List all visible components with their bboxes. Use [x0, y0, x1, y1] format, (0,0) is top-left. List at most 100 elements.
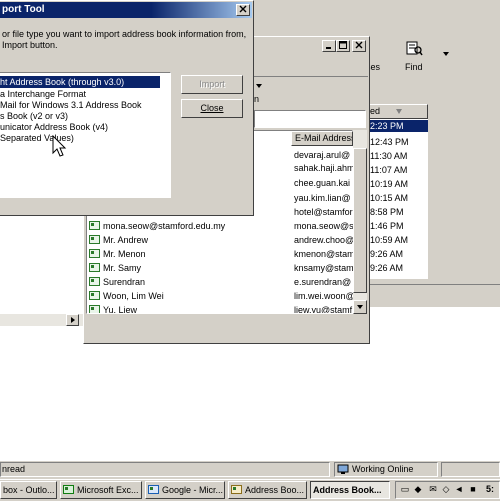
contact-name: Surendran [89, 276, 289, 288]
contact-name-text: Mr. Menon [103, 249, 146, 259]
computer-online-icon [337, 464, 349, 474]
contact-row[interactable]: Mr. Menon kmenon@stam [87, 248, 353, 260]
tray-shield-icon[interactable]: ◇ [441, 484, 451, 494]
address-book-bottom-strip [86, 316, 366, 342]
mouse-cursor-icon [52, 135, 67, 157]
received-time-selected[interactable]: 2:23 PM [366, 120, 428, 132]
contact-row[interactable]: Yu, Liew liew.yu@stamf [87, 304, 353, 313]
contact-name-text: Surendran [103, 277, 146, 287]
received-time[interactable]: 9:26 AM [370, 262, 403, 274]
received-time[interactable]: 9:26 AM [370, 248, 403, 260]
contact-name: Mr. Samy [89, 262, 289, 274]
scroll-thumb[interactable] [353, 148, 367, 293]
contact-row[interactable]: mona.seow@stamford.edu.my mona.seow@s [87, 220, 353, 232]
taskbar-clock[interactable]: 5: [486, 484, 494, 495]
address-book-toolbar-fragment: n [254, 94, 260, 104]
arrow-down-icon [357, 305, 363, 309]
preview-pane-divider [366, 284, 500, 307]
received-time[interactable]: 10:19 AM [370, 178, 408, 190]
contact-name: Mr. Andrew [89, 234, 289, 246]
address-book-toolbar-arrow[interactable] [255, 82, 263, 90]
contact-card-icon [89, 305, 100, 313]
received-list: 2:23 PM 12:43 PM 11:30 AM 11:07 AM 10:19… [366, 119, 428, 279]
format-option-selected[interactable]: ht Address Book (through v3.0) [0, 76, 160, 88]
tray-monitor-icon[interactable]: ▭ [400, 484, 410, 494]
arrow-right-icon [71, 317, 75, 323]
contact-card-icon [89, 277, 100, 286]
taskbar-item-google[interactable]: Google - Micr... [145, 481, 225, 499]
close-icon [239, 5, 247, 13]
dropdown-arrow-icon [256, 84, 262, 88]
scroll-down-button[interactable] [353, 300, 367, 314]
received-time[interactable]: 8:58 PM [370, 206, 404, 218]
tray-app-icon[interactable]: ■ [468, 484, 478, 494]
contact-email: kmenon@stam [294, 249, 353, 259]
received-time[interactable]: 12:43 PM [370, 136, 409, 148]
taskbar-item-address-book-active[interactable]: Address Book... [310, 481, 390, 499]
email-column-header-label: E-Mail Address [295, 133, 353, 143]
received-time[interactable]: 11:07 AM [370, 164, 407, 176]
contact-row[interactable]: Mr. Andrew andrew.choo@ [87, 234, 353, 246]
maximize-button[interactable] [336, 40, 350, 52]
contact-name: Yu, Liew [89, 304, 289, 313]
tray-volume-icon[interactable]: ◄ [454, 484, 464, 494]
type-name-input[interactable] [254, 110, 366, 128]
received-time[interactable]: 1:46 PM [370, 220, 404, 232]
status-unread-text: nread [2, 464, 26, 474]
tray-network-icon[interactable]: ◆ [413, 484, 423, 494]
import-dialog-close-button[interactable] [236, 4, 250, 16]
tray-mail-icon[interactable]: ✉ [428, 484, 438, 494]
contact-name-text: Woon, Lim Wei [103, 291, 164, 301]
contact-email: sahak.haji.ahm [294, 163, 353, 173]
contact-email: yau.kim.lian@ [294, 193, 351, 203]
contact-card-icon [89, 221, 100, 230]
excel-icon [63, 485, 74, 494]
close-icon [355, 41, 363, 49]
taskbar-item-label: Google - Micr... [162, 485, 224, 495]
contact-card-icon [89, 235, 100, 244]
taskbar-item-excel[interactable]: Microsoft Exc... [60, 481, 142, 499]
minimize-button[interactable] [322, 40, 336, 52]
received-time[interactable]: 10:15 AM [370, 192, 408, 204]
contact-email: chee.guan.kai [294, 178, 351, 188]
import-tool-title: port Tool [2, 4, 45, 15]
contact-name-text: Mr. Andrew [103, 235, 149, 245]
contact-name-text: Yu, Liew [103, 305, 138, 313]
find-dropdown-arrow[interactable] [442, 50, 450, 58]
dropdown-arrow-icon [443, 52, 449, 56]
format-list[interactable]: ht Address Book (through v3.0) a Interch… [0, 72, 171, 198]
find-icon [406, 41, 423, 56]
address-book-icon [231, 485, 242, 494]
taskbar-item-label: box - Outlo... [3, 485, 55, 495]
contact-card-icon [89, 291, 100, 300]
status-working-online: Working Online [352, 464, 414, 474]
import-tool-title-bar[interactable]: port Tool [0, 2, 252, 18]
contact-email: liew.yu@stamf [294, 305, 353, 313]
email-column-header[interactable]: E-Mail Address [291, 131, 353, 146]
received-column-header[interactable]: ed [366, 104, 428, 119]
contact-card-icon [89, 263, 100, 272]
close-button[interactable]: Close [181, 99, 243, 118]
import-button-label: Import [199, 79, 225, 89]
contact-name-text: mona.seow@stamford.edu.my [103, 221, 226, 231]
taskbar-item-outlook[interactable]: box - Outlo... [0, 481, 57, 499]
contact-email: andrew.choo@ [294, 235, 353, 245]
find-button[interactable]: Find [398, 38, 432, 74]
contact-row[interactable]: Woon, Lim Wei lim.wei.woon@ [87, 290, 353, 302]
scroll-right-button[interactable] [66, 314, 79, 326]
contact-email: lim.wei.woon@ [294, 291, 353, 301]
contact-name: mona.seow@stamford.edu.my [89, 220, 289, 232]
import-button[interactable]: Import [181, 75, 243, 94]
taskbar-item-address-book-1[interactable]: Address Boo... [228, 481, 307, 499]
status-left-panel: nread [0, 462, 330, 477]
received-time[interactable]: 11:30 AM [370, 150, 407, 162]
status-working-panel: Working Online [334, 462, 438, 477]
close-window-button[interactable] [352, 40, 366, 52]
taskbar-item-label: Address Boo... [245, 485, 305, 495]
contact-name: Woon, Lim Wei [89, 290, 289, 302]
contact-name: Mr. Menon [89, 248, 289, 260]
received-time[interactable]: 10:59 AM [370, 234, 408, 246]
minimize-icon [326, 47, 331, 49]
contact-row[interactable]: Mr. Samy knsamy@stamf [87, 262, 353, 274]
contact-row[interactable]: Surendran e.surendran@ [87, 276, 353, 288]
